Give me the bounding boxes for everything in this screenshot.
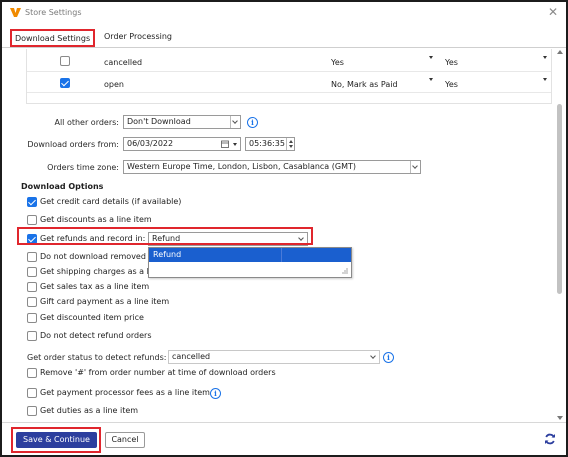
option-label: Gift card payment as a line item <box>40 297 170 306</box>
download-action-cell[interactable]: Yes <box>331 58 344 67</box>
notify-cell[interactable]: Yes <box>445 80 458 89</box>
other-orders-select[interactable]: Don't Download <box>123 115 241 129</box>
notify-cell[interactable]: Yes <box>445 58 458 67</box>
checkbox[interactable] <box>27 282 37 292</box>
refresh-icon[interactable] <box>544 433 556 445</box>
chevron-down-icon <box>412 163 418 169</box>
tab-order-processing[interactable]: Order Processing <box>102 29 174 47</box>
refund-option-highlight <box>17 227 313 245</box>
checkbox[interactable] <box>27 297 37 307</box>
time-zone-select[interactable]: Western Europe Time, London, Lisbon, Cas… <box>123 160 421 174</box>
cancel-button[interactable]: Cancel <box>105 432 145 448</box>
chevron-down-icon[interactable] <box>543 78 547 81</box>
refund-status-value: cancelled <box>172 352 211 361</box>
other-orders-label: All other orders: <box>54 118 119 127</box>
chevron-down-icon <box>232 118 238 124</box>
dialog-footer: Save & Continue Cancel <box>2 422 566 455</box>
dropdown-toggle[interactable] <box>230 116 240 128</box>
option-label: Do not download removed i <box>40 252 151 261</box>
download-time-value: 05:36:35 <box>249 139 285 148</box>
info-icon[interactable]: i <box>210 388 221 399</box>
option-label: Get discounted item price <box>40 313 144 322</box>
spin-down-icon[interactable] <box>288 145 293 148</box>
info-icon[interactable]: i <box>247 117 258 128</box>
dropdown-toggle[interactable] <box>410 161 420 173</box>
table-row: open No, Mark as Paid Yes <box>27 73 551 93</box>
other-orders-value: Don't Download <box>127 117 191 126</box>
checkbox[interactable] <box>27 368 37 378</box>
option-label: Get shipping charges as a li <box>40 267 152 276</box>
option-label: Remove '#' from order number at time of … <box>40 368 276 377</box>
option-label: Get payment processor fees as a line ite… <box>40 388 210 397</box>
checkbox[interactable] <box>27 252 37 262</box>
chevron-down-icon[interactable] <box>429 78 433 81</box>
refund-status-label: Get order status to detect refunds: <box>27 353 167 362</box>
option-label: Get discounts as a line item <box>40 215 152 224</box>
download-date-value: 06/03/2022 <box>127 139 174 148</box>
chevron-down-icon[interactable] <box>543 56 547 59</box>
chevron-down-icon[interactable] <box>370 353 376 359</box>
download-date-field[interactable]: 06/03/2022 <box>123 137 241 151</box>
vertical-scrollbar[interactable] <box>556 49 564 421</box>
app-logo-icon <box>10 8 21 17</box>
spin-up-icon[interactable] <box>288 139 293 143</box>
checkbox[interactable] <box>27 215 37 225</box>
option-label: Get credit card details (if available) <box>40 197 182 206</box>
dropdown-option-refund[interactable]: Refund <box>149 248 351 262</box>
checkbox[interactable] <box>27 331 37 341</box>
scroll-thumb[interactable] <box>557 104 562 294</box>
info-icon[interactable]: i <box>383 352 394 363</box>
order-status-table: cancelled Yes Yes open No, Mark as Paid … <box>26 49 552 104</box>
refund-status-select[interactable]: cancelled <box>168 350 380 364</box>
settings-content: cancelled Yes Yes open No, Mark as Paid … <box>2 49 566 421</box>
download-action-cell[interactable]: No, Mark as Paid <box>331 80 398 89</box>
checkbox[interactable] <box>27 313 37 323</box>
tab-download-settings[interactable]: Download Settings <box>10 29 96 47</box>
time-spinner[interactable] <box>286 138 294 150</box>
store-settings-window: Store Settings ✕ Download Settings Order… <box>0 0 568 457</box>
row-checkbox[interactable] <box>60 56 70 66</box>
scroll-down-arrow-icon[interactable] <box>557 416 563 420</box>
download-from-label: Download orders from: <box>27 140 119 149</box>
time-zone-label: Orders time zone: <box>47 163 119 172</box>
row-checkbox[interactable] <box>60 78 70 88</box>
refund-dropdown-list[interactable]: Refund <box>148 247 352 278</box>
option-label: Do not detect refund orders <box>40 331 152 340</box>
option-divider <box>281 248 282 262</box>
scroll-up-arrow-icon[interactable] <box>557 50 563 54</box>
download-options-heading: Download Options <box>21 182 104 191</box>
checkbox[interactable] <box>27 388 37 398</box>
chevron-down-icon[interactable] <box>233 143 237 146</box>
status-cell: open <box>104 80 124 89</box>
save-continue-button[interactable]: Save & Continue <box>16 432 97 448</box>
checkbox[interactable] <box>27 197 37 207</box>
status-cell: cancelled <box>104 58 143 67</box>
title-bar: Store Settings ✕ <box>2 2 566 24</box>
chevron-down-icon[interactable] <box>429 56 433 59</box>
option-label: Get sales tax as a line item <box>40 282 150 291</box>
checkbox[interactable] <box>27 267 37 277</box>
table-row: cancelled Yes Yes <box>27 52 551 72</box>
tab-bar: Download Settings Order Processing <box>2 26 566 48</box>
download-time-field[interactable]: 05:36:35 <box>245 137 295 151</box>
close-icon[interactable]: ✕ <box>548 6 558 18</box>
resize-grip-icon[interactable] <box>342 268 348 274</box>
calendar-icon[interactable] <box>221 140 229 148</box>
checkbox[interactable] <box>27 406 37 416</box>
time-zone-value: Western Europe Time, London, Lisbon, Cas… <box>127 162 356 171</box>
option-label: Get duties as a line item <box>40 406 139 415</box>
window-title: Store Settings <box>25 8 82 17</box>
